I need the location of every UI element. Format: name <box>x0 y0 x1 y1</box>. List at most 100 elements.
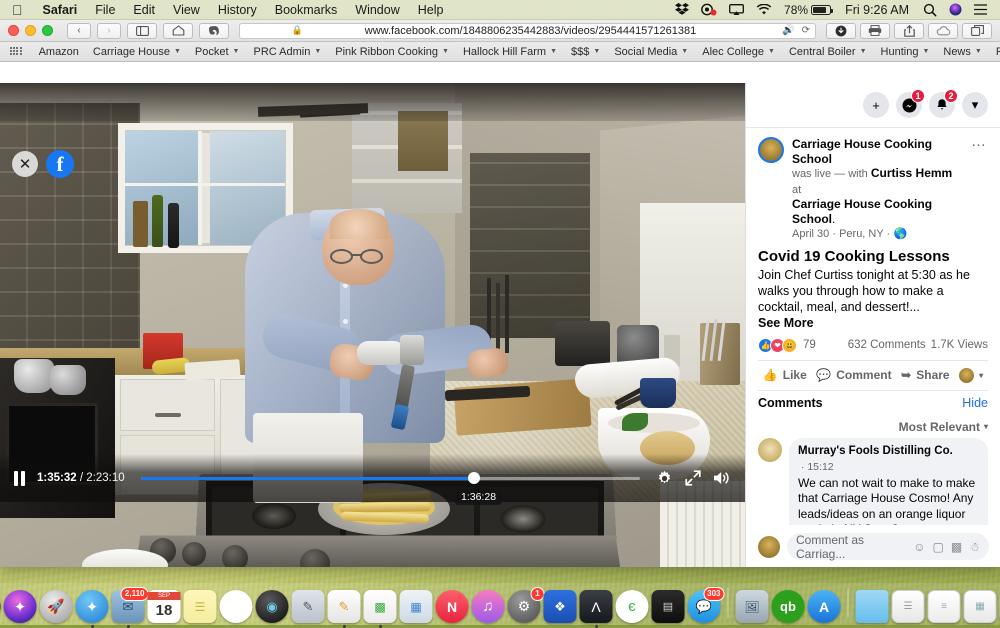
dock-item-image-capture[interactable]: 🖼 <box>736 590 769 623</box>
facebook-logo-icon[interactable]: f <box>46 150 74 178</box>
tabs-icon[interactable] <box>962 23 992 39</box>
icloud-icon[interactable] <box>928 23 958 39</box>
dock-item-preview[interactable]: ✎ <box>292 590 325 623</box>
comment-author[interactable]: Murray's Fools Distilling Co. <box>798 445 953 457</box>
volume-icon[interactable] <box>713 470 731 486</box>
dock-item-quickbooks[interactable]: qb <box>772 590 805 623</box>
dropbox-icon[interactable] <box>670 3 694 16</box>
dock-item-app-store[interactable]: A <box>808 590 841 623</box>
minimize-window-button[interactable] <box>25 25 36 36</box>
siri-icon[interactable] <box>944 3 967 16</box>
bookmark-hunting[interactable]: Hunting▼ <box>874 46 937 58</box>
messenger-icon[interactable]: 1 <box>896 92 922 118</box>
camera-icon[interactable]: ▢ <box>933 540 944 554</box>
bookmark-hallock-hill-farm[interactable]: Hallock Hill Farm▼ <box>456 46 564 58</box>
evernote-icon[interactable] <box>199 23 229 39</box>
dock-item-numbers[interactable]: ▩ <box>364 590 397 623</box>
dock-item-pages[interactable]: ✎ <box>328 590 361 623</box>
dock-item-camera[interactable]: ◉ <box>256 590 289 623</box>
video-player[interactable]: ✕ f 1:36:28 1:35:32 / 2:23:10 <box>0 83 745 567</box>
post-tagged-person[interactable]: Curtiss Hemm <box>871 166 952 180</box>
share-as-page-selector[interactable]: ▾ <box>959 368 983 383</box>
avatar[interactable] <box>758 438 782 462</box>
comment-button[interactable]: 💬 Comment <box>816 368 891 382</box>
dock-item-dropbox[interactable]: ❖ <box>544 590 577 623</box>
search-icon[interactable] <box>918 3 942 17</box>
dock-item-mail[interactable]: ✉2,110 <box>112 590 145 623</box>
dock-item-downloads-folder[interactable] <box>856 590 889 623</box>
sticker-icon[interactable]: ☃ <box>969 540 980 554</box>
close-icon[interactable]: ✕ <box>12 151 38 177</box>
dock-item-garageband[interactable]: ▤ <box>652 590 685 623</box>
menu-item-view[interactable]: View <box>164 0 209 20</box>
bookmark-money[interactable]: $$$▼ <box>564 46 607 58</box>
emoji-icon[interactable]: ☺ <box>913 540 925 554</box>
bookmark-amazon[interactable]: Amazon <box>32 46 86 58</box>
bell-icon[interactable]: 2 <box>929 92 955 118</box>
zoom-window-button[interactable] <box>42 25 53 36</box>
dock-item-safari[interactable]: ✦ <box>76 590 109 623</box>
menu-item-edit[interactable]: Edit <box>124 0 164 20</box>
address-bar[interactable]: 🔒 www.facebook.com/1848806235442883/vide… <box>239 23 816 39</box>
account-menu-button[interactable]: ▾ <box>962 92 988 118</box>
more-options-icon[interactable]: … <box>969 137 988 147</box>
bookmark-prc-admin[interactable]: PRC Admin▼ <box>246 46 328 58</box>
gear-icon[interactable] <box>656 470 673 487</box>
control-center-icon[interactable] <box>969 4 992 15</box>
avatar[interactable] <box>758 137 784 163</box>
dock-item-launchpad[interactable]: 🚀 <box>40 590 73 623</box>
dock-item-system-preferences[interactable]: ⚙1 <box>508 590 541 623</box>
menu-item-safari[interactable]: Safari <box>34 0 87 20</box>
video-progress-handle[interactable] <box>468 472 480 484</box>
bookmark-social-media[interactable]: Social Media▼ <box>607 46 695 58</box>
apple-menu-icon[interactable]:  <box>0 3 34 17</box>
share-icon[interactable] <box>894 23 924 39</box>
show-all-bookmarks-icon[interactable] <box>10 47 22 57</box>
share-button[interactable]: ➥ Share <box>901 368 949 382</box>
comment-count[interactable]: 632 Comments <box>848 339 926 351</box>
video-progress-bar[interactable] <box>141 477 640 480</box>
dock-item-calendar[interactable]: SEP18 <box>148 590 181 623</box>
post-timestamp[interactable]: April 30 · Peru, NY · <box>792 228 890 240</box>
post-author-name[interactable]: Carriage House Cooking School <box>792 137 932 166</box>
menu-item-bookmarks[interactable]: Bookmarks <box>266 0 347 20</box>
bookmark-pocket[interactable]: Pocket▼ <box>188 46 247 58</box>
menu-item-help[interactable]: Help <box>409 0 453 20</box>
home-icon[interactable] <box>163 23 193 39</box>
bookmark-pink-ribbon-cooking[interactable]: Pink Ribbon Cooking▼ <box>328 46 456 58</box>
dock-item-documents-stack[interactable]: ☰ <box>892 590 925 623</box>
reaction-count[interactable]: 79 <box>803 339 816 351</box>
dock-item-siri[interactable]: ✦ <box>4 590 37 623</box>
menubar-clock[interactable]: Fri 9:26 AM <box>838 0 916 20</box>
screen-record-icon[interactable] <box>696 3 722 16</box>
post-location-page[interactable]: Carriage House Cooking School <box>792 197 932 226</box>
dock-item-pictures-stack[interactable]: ▦ <box>964 590 997 623</box>
bookmark-news[interactable]: News▼ <box>936 46 988 58</box>
dock-item-keynote[interactable]: ▦ <box>400 590 433 623</box>
pause-button[interactable] <box>14 471 25 486</box>
download-icon[interactable] <box>826 23 856 39</box>
wifi-icon[interactable] <box>751 4 777 16</box>
comment-input[interactable]: Comment as Carriag... ☺ ▢ ▩ ☃ <box>787 533 989 560</box>
bookmark-food[interactable]: Food▼ <box>989 46 1000 58</box>
dock-item-documents-stack-2[interactable]: ≡ <box>928 590 961 623</box>
battery-status[interactable]: 78% <box>779 0 836 20</box>
dock-item-adobe-acrobat[interactable]: Λ <box>580 590 613 623</box>
dock-item-news[interactable]: N <box>436 590 469 623</box>
dock-item-evernote[interactable]: є <box>616 590 649 623</box>
bookmark-carriage-house[interactable]: Carriage House▼ <box>86 46 188 58</box>
forward-button[interactable]: › <box>97 23 121 39</box>
dock-item-itunes[interactable]: ♫ <box>472 590 505 623</box>
back-button[interactable]: ‹ <box>67 23 91 39</box>
gif-icon[interactable]: ▩ <box>951 540 962 554</box>
menu-item-file[interactable]: File <box>86 0 124 20</box>
bookmark-central-boiler[interactable]: Central Boiler▼ <box>782 46 874 58</box>
airplay-icon[interactable] <box>724 4 749 16</box>
close-window-button[interactable] <box>8 25 19 36</box>
speaker-icon[interactable]: 🔊 <box>782 25 794 36</box>
fullscreen-icon[interactable] <box>685 470 701 486</box>
window-traffic-lights[interactable] <box>8 25 53 36</box>
menu-item-history[interactable]: History <box>209 0 266 20</box>
hide-comments-link[interactable]: Hide <box>962 396 988 410</box>
print-icon[interactable] <box>860 23 890 39</box>
